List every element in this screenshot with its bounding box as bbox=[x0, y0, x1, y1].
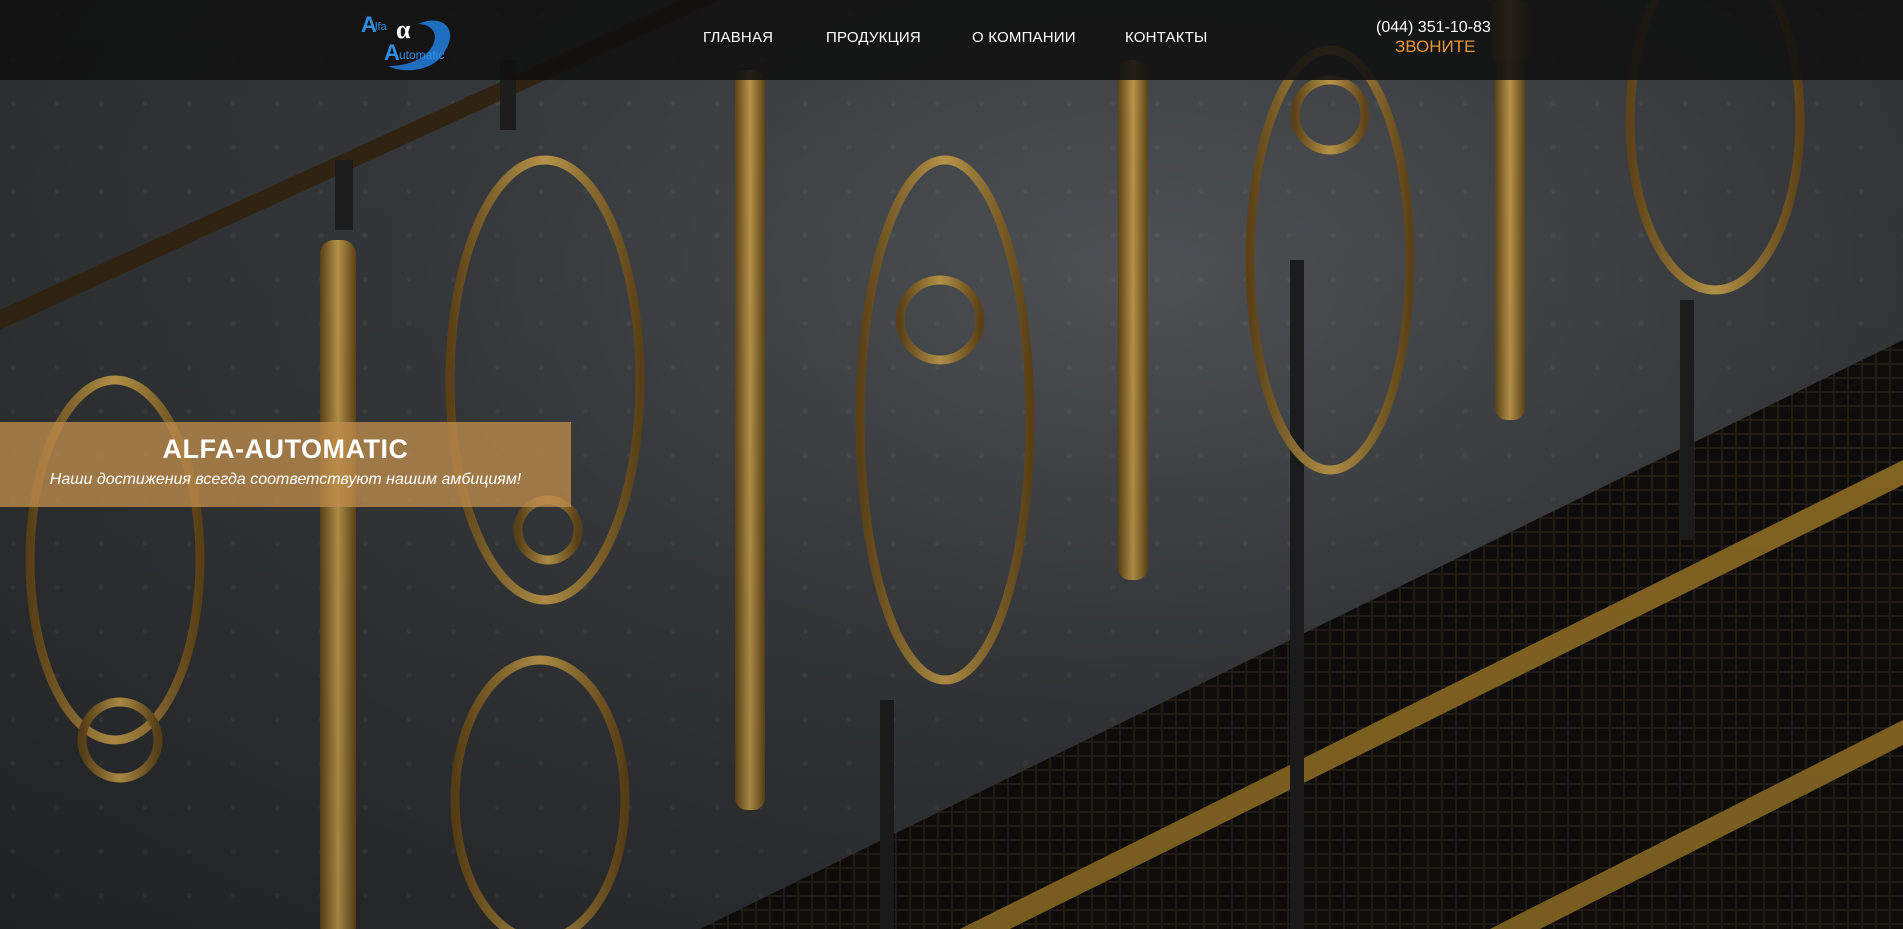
call-link[interactable]: ЗВОНИТЕ bbox=[1395, 37, 1475, 57]
banner-title: ALFA-AUTOMATIC bbox=[162, 434, 409, 464]
phone-number[interactable]: (044) 351-10-83 bbox=[1376, 19, 1491, 37]
site-header: A lfa α A utomatic ГЛАВНАЯ ПРОДУКЦИЯ О К… bbox=[0, 0, 1903, 80]
nav-item-about[interactable]: О КОМПАНИИ bbox=[972, 29, 1076, 46]
nav-item-products[interactable]: ПРОДУКЦИЯ bbox=[826, 29, 921, 46]
logo-text-utomatic: utomatic bbox=[399, 48, 445, 62]
logo-letter-a-second: A bbox=[384, 40, 400, 65]
banner-subtitle: Наши достижения всегда соответствуют наш… bbox=[49, 471, 522, 488]
nav-item-contacts[interactable]: КОНТАКТЫ bbox=[1125, 29, 1208, 46]
hero-banner: ALFA-AUTOMATIC Наши достижения всегда со… bbox=[0, 422, 571, 507]
nav-item-home[interactable]: ГЛАВНАЯ bbox=[703, 29, 773, 46]
logo[interactable]: A lfa α A utomatic bbox=[360, 10, 460, 72]
